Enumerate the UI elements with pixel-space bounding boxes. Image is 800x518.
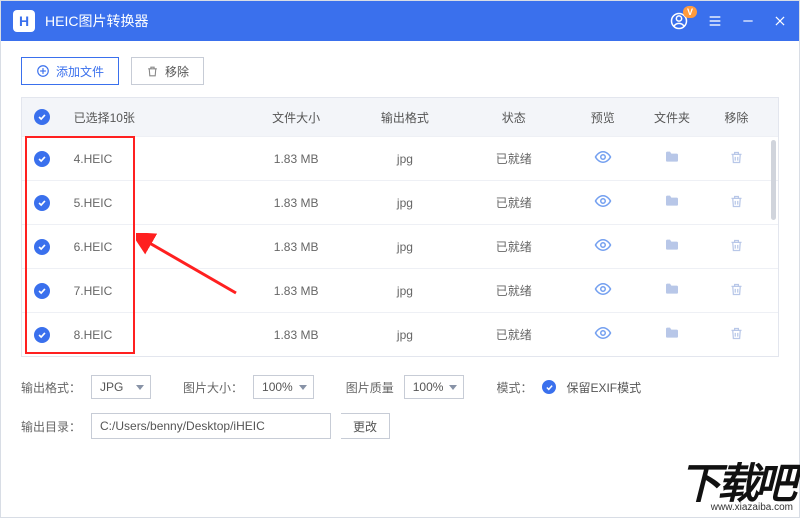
- scrollbar[interactable]: [771, 140, 776, 220]
- change-dir-button[interactable]: 更改: [341, 413, 390, 439]
- add-file-label: 添加文件: [56, 63, 104, 80]
- row-format: jpg: [351, 240, 460, 254]
- row-checkbox[interactable]: [34, 151, 50, 167]
- preview-icon[interactable]: [568, 280, 637, 298]
- header-preview: 预览: [568, 109, 637, 126]
- row-size: 1.83 MB: [242, 152, 351, 166]
- image-quality-label: 图片质量: [346, 379, 394, 396]
- row-status: 已就绪: [459, 194, 568, 211]
- folder-icon[interactable]: [637, 325, 706, 341]
- row-size: 1.83 MB: [242, 240, 351, 254]
- watermark: 下载吧 www.xiazaiba.com: [679, 466, 793, 513]
- row-status: 已就绪: [459, 150, 568, 167]
- preview-icon[interactable]: [568, 236, 637, 254]
- file-table: 已选择10张 文件大小 输出格式 状态 预览 文件夹 移除 4.HEIC1.83…: [21, 97, 779, 357]
- row-filename: 8.HEIC: [74, 328, 242, 342]
- header-remove: 移除: [707, 109, 766, 126]
- output-format-select[interactable]: JPG: [91, 375, 151, 399]
- row-filename: 7.HEIC: [74, 284, 242, 298]
- titlebar: H HEIC图片转换器 V: [1, 1, 799, 41]
- row-filename: 4.HEIC: [74, 152, 242, 166]
- select-all-checkbox[interactable]: [34, 109, 50, 125]
- close-icon[interactable]: [773, 14, 787, 28]
- row-checkbox[interactable]: [34, 327, 50, 343]
- output-dir-input[interactable]: C:/Users/benny/Desktop/iHEIC: [91, 413, 331, 439]
- user-icon[interactable]: V: [669, 11, 689, 31]
- remove-label: 移除: [165, 63, 189, 80]
- menu-icon[interactable]: [707, 13, 723, 29]
- header-folder: 文件夹: [637, 109, 706, 126]
- folder-icon[interactable]: [637, 193, 706, 209]
- header-format: 输出格式: [351, 109, 460, 126]
- app-logo: H: [13, 10, 35, 32]
- row-format: jpg: [351, 328, 460, 342]
- mode-label: 模式：: [496, 379, 532, 396]
- row-format: jpg: [351, 152, 460, 166]
- header-status: 状态: [459, 109, 568, 126]
- row-status: 已就绪: [459, 238, 568, 255]
- preview-icon[interactable]: [568, 148, 637, 166]
- row-filename: 5.HEIC: [74, 196, 242, 210]
- row-size: 1.83 MB: [242, 196, 351, 210]
- output-dir-label: 输出目录：: [21, 418, 81, 435]
- delete-icon[interactable]: [707, 326, 766, 341]
- row-checkbox[interactable]: [34, 283, 50, 299]
- app-title: HEIC图片转换器: [45, 11, 669, 31]
- preview-icon[interactable]: [568, 324, 637, 342]
- plus-circle-icon: [36, 64, 50, 78]
- delete-icon[interactable]: [707, 282, 766, 297]
- image-size-select[interactable]: 100%: [253, 375, 314, 399]
- add-file-button[interactable]: 添加文件: [21, 57, 119, 85]
- folder-icon[interactable]: [637, 237, 706, 253]
- row-format: jpg: [351, 196, 460, 210]
- mode-text: 保留EXIF模式: [566, 379, 641, 396]
- row-checkbox[interactable]: [34, 195, 50, 211]
- folder-icon[interactable]: [637, 281, 706, 297]
- user-badge: V: [683, 6, 697, 18]
- table-row[interactable]: 8.HEIC1.83 MBjpg已就绪: [22, 312, 778, 356]
- output-format-label: 输出格式：: [21, 379, 81, 396]
- table-row[interactable]: 6.HEIC1.83 MBjpg已就绪: [22, 224, 778, 268]
- delete-icon[interactable]: [707, 238, 766, 253]
- table-row[interactable]: 4.HEIC1.83 MBjpg已就绪: [22, 136, 778, 180]
- header-selected: 已选择10张: [74, 109, 242, 126]
- folder-icon[interactable]: [637, 149, 706, 165]
- header-size: 文件大小: [242, 109, 351, 126]
- row-filename: 6.HEIC: [74, 240, 242, 254]
- minimize-icon[interactable]: [741, 14, 755, 28]
- row-size: 1.83 MB: [242, 328, 351, 342]
- trash-icon: [146, 65, 159, 78]
- row-size: 1.83 MB: [242, 284, 351, 298]
- mode-checkbox[interactable]: [542, 380, 556, 394]
- delete-icon[interactable]: [707, 194, 766, 209]
- image-size-label: 图片大小：: [183, 379, 243, 396]
- image-quality-select[interactable]: 100%: [404, 375, 465, 399]
- row-status: 已就绪: [459, 282, 568, 299]
- row-checkbox[interactable]: [34, 239, 50, 255]
- table-row[interactable]: 5.HEIC1.83 MBjpg已就绪: [22, 180, 778, 224]
- bottom-panel: 输出格式： JPG 图片大小： 100% 图片质量 100% 模式： 保留EXI…: [1, 357, 799, 463]
- row-format: jpg: [351, 284, 460, 298]
- table-header: 已选择10张 文件大小 输出格式 状态 预览 文件夹 移除: [22, 98, 778, 136]
- toolbar: 添加文件 移除: [1, 41, 799, 97]
- table-row[interactable]: 7.HEIC1.83 MBjpg已就绪: [22, 268, 778, 312]
- delete-icon[interactable]: [707, 150, 766, 165]
- preview-icon[interactable]: [568, 192, 637, 210]
- remove-button[interactable]: 移除: [131, 57, 204, 85]
- row-status: 已就绪: [459, 326, 568, 343]
